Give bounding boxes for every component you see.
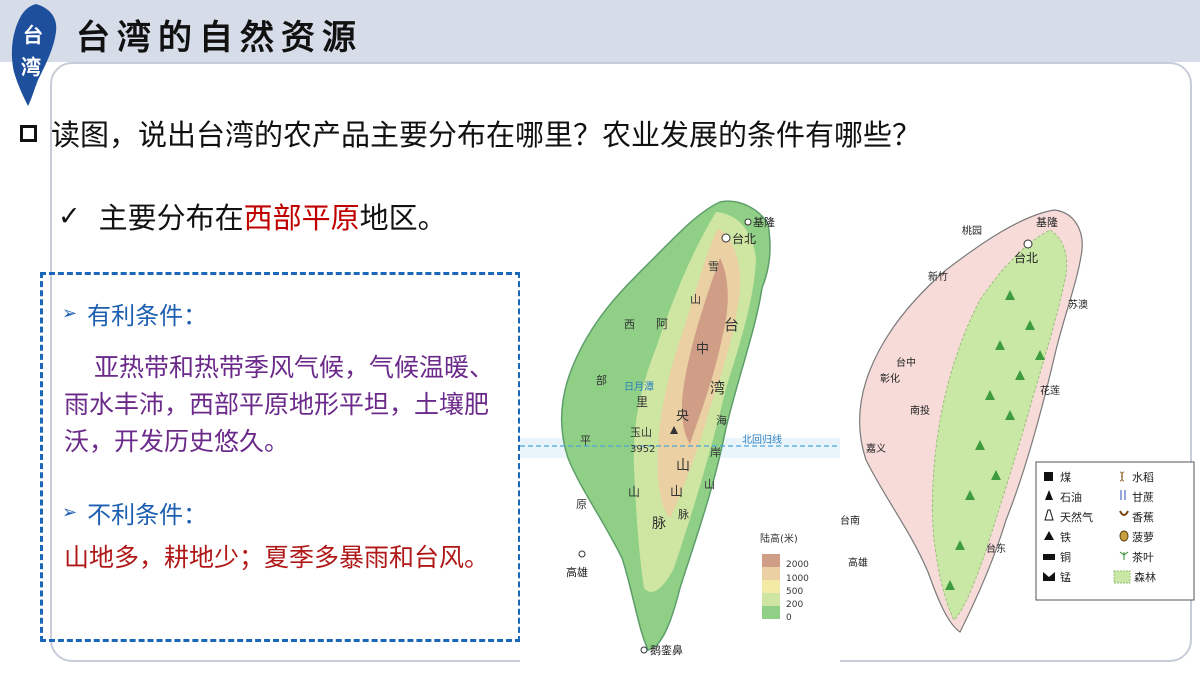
res-city-taipei: 台北: [1014, 250, 1038, 265]
alishan-2: 里: [636, 395, 648, 409]
taiwan-range-2: 湾: [710, 379, 725, 397]
city-kaohsiung: 高雄: [566, 565, 588, 579]
legend-gas-label: 天然气: [1060, 510, 1093, 524]
legend-banana-label: 香蕉: [1132, 511, 1154, 524]
legend-manganese-label: 锰: [1060, 570, 1071, 584]
peak-name: 玉山: [630, 426, 652, 439]
peak-height: 3952: [630, 444, 655, 455]
res-city-taitung: 台东: [986, 542, 1006, 555]
legend-forest-label: 森林: [1134, 570, 1156, 584]
favorable-heading: ➢ 有利条件：: [62, 296, 207, 331]
res-city-kaohsiung: 高雄: [848, 556, 868, 569]
taiwan-range-5: 山: [704, 478, 715, 491]
legend-swatch-1: [762, 554, 780, 567]
cape-eluanbi: 鹅銮鼻: [650, 643, 683, 657]
taiwan-range-4: 岸: [710, 446, 721, 459]
legend-copper-label: 铜: [1060, 550, 1071, 564]
resource-map: 基隆 台北 桃园 新竹 苏澳 台中 彰化 南投 花莲 嘉义 台南 高雄 台东 煤…: [840, 209, 1195, 633]
legend-value-3: 500: [786, 587, 803, 597]
legend-title: 陆高(米): [760, 532, 798, 545]
central-3: 山: [676, 458, 690, 474]
unfavorable-title: 不利条件：: [87, 501, 208, 529]
alishan-1: 阿: [656, 317, 668, 331]
legend-coal-icon: [1044, 472, 1053, 481]
legend-sugarcane-label: 甘蔗: [1132, 491, 1154, 504]
logo-char-2: 湾: [21, 55, 41, 79]
central-2: 央: [676, 409, 689, 424]
lake-label: 日月潭: [624, 381, 654, 393]
legend-rice-label: 水稻: [1132, 471, 1154, 484]
res-city-tainan: 台南: [840, 514, 860, 527]
res-city-hsinchu: 新竹: [928, 270, 948, 283]
plain-1: 西: [624, 318, 635, 331]
terrain-map: 北回归线 基隆 台北 高雄 鹅銮鼻 雪 山 台 中 湾 海 岸 央 山 山 脉 …: [520, 188, 840, 675]
taiwan-range-3: 海: [716, 413, 727, 427]
answer-prefix: 主要分布在: [98, 201, 244, 235]
res-city-nantou: 南投: [910, 404, 930, 417]
res-city-hualien: 花莲: [1040, 384, 1060, 397]
legend-iron-label: 铁: [1060, 531, 1071, 544]
legend-value-4: 200: [786, 600, 803, 610]
question-line: 读图，说出台湾的农产品主要分布在哪里？农业发展的条件有哪些？: [20, 112, 921, 154]
tropic-label: 北回归线: [742, 433, 782, 446]
legend-forest-icon: [1113, 570, 1131, 584]
res-city-taoyuan: 桃园: [962, 224, 982, 237]
unfavorable-text: 山地多，耕地少；夏季多暴雨和台风。: [64, 543, 490, 572]
legend-copper-icon: [1043, 554, 1055, 560]
page-title: 台湾的自然资源: [76, 18, 363, 58]
alishan-3: 山: [628, 485, 640, 499]
plain-2: 部: [596, 373, 607, 387]
taiwan-range-1: 台: [724, 316, 739, 334]
plain-3: 平: [580, 434, 591, 447]
unfavorable-heading: ➢ 不利条件：: [62, 495, 207, 530]
favorable-text: 亚热带和热带季风气候，气候温暖、雨水丰沛，西部平原地形平坦，土壤肥沃，开发历史悠…: [64, 353, 495, 456]
answer-suffix: 地区。: [359, 201, 447, 235]
xueshan-2: 山: [690, 293, 701, 306]
legend-pineapple-icon: [1119, 530, 1129, 542]
legend-value-2: 1000: [786, 574, 809, 584]
central-4: 山: [670, 485, 683, 500]
checkmark-icon: ✓: [58, 200, 81, 232]
city-keelung: 基隆: [753, 215, 775, 229]
res-city-chiayi: 嘉义: [866, 442, 886, 455]
taiwan-range-6: 脉: [678, 507, 689, 521]
legend-swatch-3: [762, 580, 780, 593]
legend-pineapple-label: 菠萝: [1132, 531, 1154, 544]
central-5: 脉: [652, 516, 666, 532]
answer-line: ✓ 主要分布在 西部平原 地区。: [58, 195, 447, 237]
legend-swatch-4: [762, 593, 780, 606]
res-city-suao: 苏澳: [1068, 298, 1088, 311]
plain-4: 原: [576, 498, 587, 511]
arrow-right-icon: ➢: [62, 303, 78, 324]
legend-swatch-2: [762, 567, 780, 580]
checkbox-square-icon: [20, 124, 37, 142]
favorable-title: 有利条件：: [87, 302, 208, 330]
legend-tea-label: 茶叶: [1132, 551, 1154, 564]
res-city-changhua: 彰化: [880, 372, 900, 385]
res-city-taichung: 台中: [896, 356, 916, 369]
xueshan-1: 雪: [708, 260, 719, 273]
legend-value-1: 2000: [786, 560, 809, 570]
legend-oil-label: 石油: [1060, 490, 1082, 504]
legend-value-5: 0: [786, 613, 792, 623]
logo-char-1: 台: [23, 23, 43, 47]
legend-swatch-5: [762, 606, 780, 619]
central-1: 中: [696, 342, 709, 357]
res-city-keelung: 基隆: [1036, 215, 1058, 229]
question-text: 读图，说出台湾的农产品主要分布在哪里？农业发展的条件有哪些？: [51, 118, 922, 152]
arrow-right-icon: ➢: [62, 502, 78, 523]
legend-coal-label: 煤: [1060, 471, 1071, 484]
answer-highlight: 西部平原: [243, 201, 360, 235]
city-taipei: 台北: [732, 231, 756, 246]
